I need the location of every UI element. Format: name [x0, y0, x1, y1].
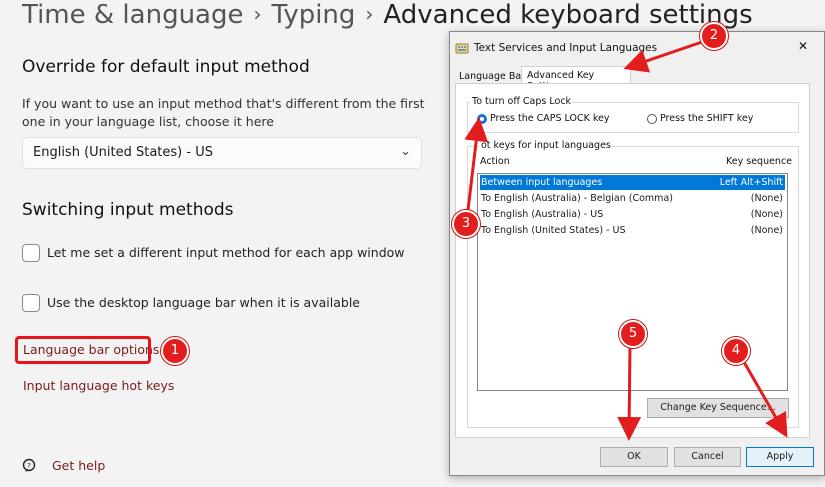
annotation-arrows — [464, 40, 788, 441]
annotation-badge-2: 2 — [700, 22, 728, 50]
arrow-2 — [623, 40, 703, 73]
annotation-badge-5: 5 — [619, 320, 647, 348]
arrow-5 — [617, 344, 642, 441]
arrow-3 — [464, 117, 489, 211]
annotation-badge-3: 3 — [452, 210, 480, 238]
arrow-4 — [742, 361, 788, 438]
annotation-badge-4: 4 — [722, 337, 750, 365]
